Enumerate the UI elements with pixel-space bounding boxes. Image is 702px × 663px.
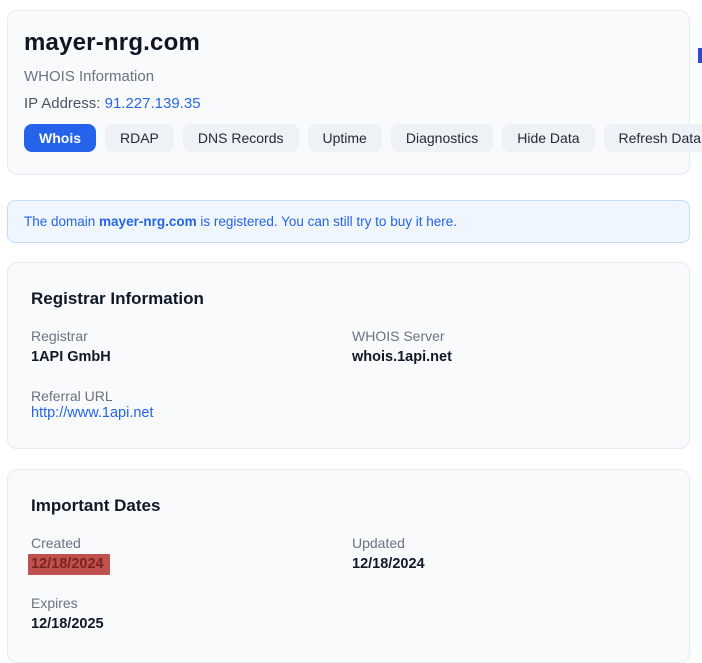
registrar-label: Registrar <box>31 328 352 344</box>
ip-address-link[interactable]: 91.227.139.35 <box>105 95 201 112</box>
registrar-field: Registrar 1API GmbH <box>31 328 352 365</box>
registered-notice-banner: The domain mayer-nrg.com is registered. … <box>7 200 690 243</box>
expires-field: Expires 12/18/2025 <box>31 595 352 632</box>
notice-text-suffix: . <box>453 214 457 229</box>
notice-text-middle: is registered. You can still try to buy … <box>197 214 427 229</box>
expires-value: 12/18/2025 <box>31 616 352 632</box>
whois-server-label: WHOIS Server <box>352 328 673 344</box>
refresh-data-button[interactable]: Refresh Data <box>604 124 702 152</box>
referral-url-link[interactable]: http://www.1api.net <box>31 405 154 421</box>
whois-server-value: whois.1api.net <box>352 349 673 365</box>
important-dates-card: Important Dates Created 12/18/2024 Updat… <box>7 469 690 663</box>
ip-address-label: IP Address: <box>24 95 105 112</box>
referral-url-field: Referral URL http://www.1api.net <box>31 388 352 422</box>
domain-header-card: mayer-nrg.com WHOIS Information IP Addre… <box>7 10 690 175</box>
whois-subtitle: WHOIS Information <box>24 68 673 85</box>
created-label: Created <box>31 535 352 551</box>
empty-grid-cell <box>352 595 673 632</box>
registrar-value: 1API GmbH <box>31 349 352 365</box>
created-field: Created 12/18/2024 <box>31 535 352 572</box>
registrar-card-title: Registrar Information <box>31 289 673 309</box>
tab-whois[interactable]: Whois <box>24 124 96 152</box>
updated-label: Updated <box>352 535 673 551</box>
notice-domain: mayer-nrg.com <box>99 214 197 229</box>
referral-url-label: Referral URL <box>31 388 352 404</box>
tab-diagnostics[interactable]: Diagnostics <box>391 124 493 152</box>
tab-bar: Whois RDAP DNS Records Uptime Diagnostic… <box>24 124 673 152</box>
created-value: 12/18/2024 <box>31 556 352 572</box>
hide-data-button[interactable]: Hide Data <box>502 124 594 152</box>
expires-label: Expires <box>31 595 352 611</box>
buy-here-link[interactable]: here <box>426 214 453 229</box>
whois-server-field: WHOIS Server whois.1api.net <box>352 328 673 365</box>
notice-text-prefix: The domain <box>24 214 99 229</box>
tab-rdap[interactable]: RDAP <box>105 124 174 152</box>
updated-value: 12/18/2024 <box>352 556 673 572</box>
dates-field-grid: Created 12/18/2024 Updated 12/18/2024 Ex… <box>31 535 673 632</box>
dates-card-title: Important Dates <box>31 496 673 516</box>
clipped-offscreen-content <box>698 48 702 63</box>
created-date-highlight: 12/18/2024 <box>28 554 110 575</box>
empty-grid-cell <box>352 388 673 422</box>
registrar-information-card: Registrar Information Registrar 1API Gmb… <box>7 262 690 449</box>
tab-dns-records[interactable]: DNS Records <box>183 124 299 152</box>
page-title: mayer-nrg.com <box>24 29 673 57</box>
tab-uptime[interactable]: Uptime <box>308 124 382 152</box>
ip-address-row: IP Address: 91.227.139.35 <box>24 95 673 112</box>
registrar-field-grid: Registrar 1API GmbH WHOIS Server whois.1… <box>31 328 673 422</box>
updated-field: Updated 12/18/2024 <box>352 535 673 572</box>
